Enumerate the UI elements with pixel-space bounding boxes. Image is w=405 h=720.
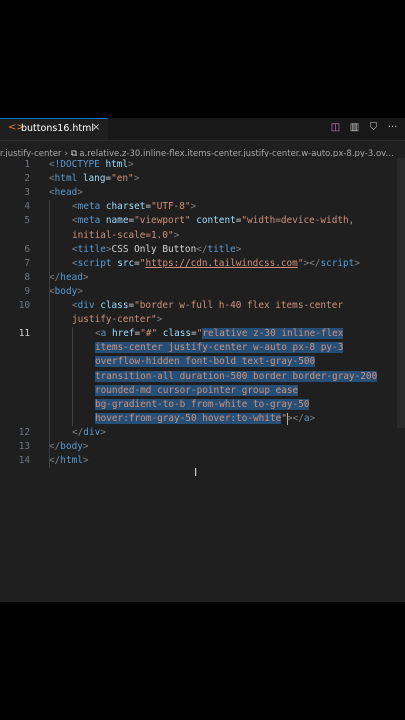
line-number: 10 <box>18 300 30 311</box>
indent-guide <box>49 299 50 469</box>
line-number: 13 <box>18 441 30 452</box>
tab-bar: <> buttons16.html × ◫ ▥ ⛉ ··· <box>0 118 405 141</box>
code-line[interactable]: 11 <a href="#" class="relative z-30 inlin… <box>0 327 405 341</box>
code-line[interactable]: 7 <script src="https://cdn.tailwindcss.co… <box>0 257 405 271</box>
line-text: <a href="#" class="relative z-30 inline-… <box>95 328 344 340</box>
line-text: items-center justify-center w-auto px-8 … <box>95 342 344 354</box>
code-line[interactable]: 6 <title>CSS Only Button</title> <box>0 243 405 257</box>
line-text: <meta name="viewport" content="width=dev… <box>72 215 355 227</box>
vertical-scrollbar[interactable] <box>397 158 405 428</box>
line-text: <!DOCTYPE html> <box>49 159 134 170</box>
line-text: <div class="border w-full h-40 flex item… <box>72 300 343 311</box>
line-text: </html> <box>49 455 89 467</box>
line-number: 3 <box>24 187 30 199</box>
code-line[interactable]: transition-all duration-500 border borde… <box>0 370 405 384</box>
line-number: 1 <box>24 159 30 170</box>
code-line[interactable]: 3 <head> <box>0 186 405 200</box>
editor-actions: ◫ ▥ ⛉ ··· <box>329 121 399 134</box>
line-text: <title>CSS Only Button</title> <box>72 243 242 255</box>
line-text: </head> <box>49 271 89 283</box>
code-line[interactable]: hover:from-gray-50 hover:to-white"></a> <box>0 412 405 426</box>
code-line[interactable]: overflow-hidden font-bold text-gray-500 <box>0 355 405 369</box>
code-line[interactable]: 12 </div> <box>0 426 405 440</box>
line-number: 8 <box>24 271 30 283</box>
close-icon[interactable]: × <box>92 122 100 133</box>
code-line[interactable]: initial-scale=1.0"> <box>0 229 405 243</box>
code-line[interactable]: 8 </head> <box>0 271 405 285</box>
line-number: 6 <box>24 243 30 255</box>
code-line[interactable]: 1 <!DOCTYPE html> <box>0 158 405 172</box>
line-text: </body> <box>49 441 89 452</box>
line-text: transition-all duration-500 border borde… <box>95 370 378 382</box>
line-text: <body> <box>49 285 83 297</box>
breadcrumb-parent[interactable]: r.justify-center <box>0 149 61 157</box>
tab-buttons16-html[interactable]: <> buttons16.html × <box>0 118 108 140</box>
line-number: 4 <box>24 201 30 213</box>
line-text: <meta charset="UTF-8"> <box>72 201 197 213</box>
line-text: <script src="https://cdn.tailwindcss.com… <box>72 257 360 269</box>
code-line[interactable]: 13 </body> <box>0 440 405 454</box>
breadcrumb-current[interactable]: a.relative.z-30.inline-flex.items-center… <box>79 149 393 157</box>
more-icon[interactable]: ··· <box>386 121 399 134</box>
text-caret <box>287 412 288 425</box>
code-editor[interactable]: <> buttons16.html × ◫ ▥ ⛉ ··· r.justify-… <box>0 118 405 602</box>
line-number: 11 <box>18 328 30 340</box>
code-line[interactable]: 4 <meta charset="UTF-8"> <box>0 200 405 214</box>
code-line[interactable]: items-center justify-center w-auto px-8 … <box>0 341 405 355</box>
line-number: 5 <box>24 215 30 227</box>
line-text: initial-scale=1.0"> <box>72 229 180 241</box>
indent-guide <box>49 200 50 299</box>
code-line[interactable]: 2 <html lang="en"> <box>0 172 405 186</box>
breadcrumb: r.justify-center › ⧉ a.relative.z-30.inline… <box>0 141 405 157</box>
code-line[interactable]: bg-gradient-to-b from-white to-gray-50 <box>0 398 405 412</box>
line-number: 14 <box>18 455 30 467</box>
code-line[interactable]: rounded-md cursor-pointer group ease <box>0 384 405 398</box>
line-number: 7 <box>24 257 30 269</box>
tab-label: buttons16.html <box>21 123 95 134</box>
chevron-right-icon: › <box>64 149 68 157</box>
line-text: bg-gradient-to-b from-white to-gray-50 <box>95 398 310 410</box>
line-text: overflow-hidden font-bold text-gray-500 <box>95 356 316 368</box>
element-icon: ⧉ <box>70 149 78 157</box>
line-text: justify-center"> <box>72 314 163 326</box>
text-cursor-icon: I <box>194 466 198 479</box>
line-text: <head> <box>49 187 83 199</box>
line-number: 9 <box>24 285 30 297</box>
lock-icon[interactable]: ⛉ <box>367 121 380 134</box>
code-line[interactable]: justify-center"> <box>0 313 405 327</box>
line-text: <html lang="en"> <box>49 173 140 185</box>
code-line[interactable]: 10 <div class="border w-full h-40 flex it… <box>0 299 405 313</box>
line-number: 2 <box>24 173 30 185</box>
line-text: </div> <box>72 426 106 438</box>
split-compare-icon[interactable]: ◫ <box>329 121 342 134</box>
indent-guide <box>72 327 73 426</box>
line-number: 12 <box>18 426 30 438</box>
line-text: rounded-md cursor-pointer group ease <box>95 384 299 396</box>
code-line[interactable]: 5 <meta name="viewport" content="width=de… <box>0 214 405 228</box>
line-text: hover:from-gray-50 hover:to-white"></a> <box>95 412 316 424</box>
preview-icon[interactable]: ▥ <box>348 121 361 134</box>
code-line[interactable]: 9 <body> <box>0 285 405 299</box>
code-line[interactable]: 14 </html> <box>0 454 405 468</box>
